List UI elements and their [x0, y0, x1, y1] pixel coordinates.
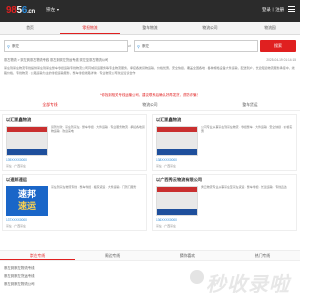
watermark: 秒收录啦	[190, 268, 290, 297]
company-title[interactable]: 以速邦速运	[6, 177, 27, 183]
tab-local-routes[interactable]: 崇左专线	[0, 251, 75, 260]
company-photo[interactable]	[6, 126, 48, 156]
to-city-input[interactable]: ⚲ 崇左	[134, 40, 258, 52]
fraud-notice: *你找到相关专线运输公司，建议联系后确认好再发货，谨防诈骗！	[100, 93, 200, 97]
company-phone[interactable]: 137XXXX0000	[6, 218, 27, 222]
company-photo[interactable]	[156, 186, 198, 216]
swap-icon[interactable]: ⇌	[128, 43, 131, 48]
watermark-logo-icon	[190, 270, 204, 284]
company-card[interactable]: 以广西秀云物流有限公司 秀云物流专业从事崇左至崇左货运 · 整车零担 · 长途运…	[152, 174, 297, 231]
company-info: 货到付款 · 崇左到崇左 · 整车零担 · 大件运输 · 专业服务物流 · 承接…	[51, 125, 145, 134]
company-address: 崇左 · 广西崇左	[156, 224, 176, 228]
company-title[interactable]: 以汇凯鑫物流	[156, 117, 181, 123]
main-nav: 首页 零担物流 整车物流 物流公司 物流园	[0, 22, 300, 35]
route-search: ⚲ 崇左 ⇌ ⚲ 崇左 搜索	[4, 40, 296, 52]
menu-icon[interactable]	[288, 6, 295, 13]
company-photo[interactable]	[156, 126, 198, 156]
tab-full-truck[interactable]: 整车货运	[200, 100, 300, 110]
nav-logistics-company[interactable]: 物流公司	[180, 22, 240, 34]
breadcrumb: 崇左物流 > 崇左到崇左物流专线 崇左到崇左货运专线 崇左至崇左物流公司 202…	[4, 56, 296, 64]
search-button[interactable]: 搜索	[260, 40, 296, 52]
login-register-link[interactable]: 登录丨注册	[262, 7, 284, 13]
company-address: 崇左 · 广西崇左	[6, 224, 26, 228]
nav-ftl-logistics[interactable]: 整车物流	[120, 22, 180, 34]
company-card[interactable]: 以速邦速运 速邦 速运 崇左到崇左物流专线 · 整车零担 · 搬家货运 · 大件运…	[2, 174, 147, 231]
listing-tabs: 全部专线 物流公司 整车货运	[0, 100, 300, 111]
tab-nearby-routes[interactable]: 周边专线	[75, 251, 150, 260]
nav-ltl-logistics[interactable]: 零担物流	[60, 22, 120, 34]
company-title[interactable]: 以汇凯鑫物流	[6, 117, 31, 123]
company-card[interactable]: 以汇凯鑫物流 公司专业从事崇左到崇左物流 · 零担整车 · 大件运输 · 安全快…	[152, 114, 297, 171]
city-selector[interactable]: 崇左▼	[46, 7, 60, 13]
company-card[interactable]: 以汇凯鑫物流 货到付款 · 崇左到崇左 · 整车零担 · 大件运输 · 专业服务…	[2, 114, 147, 171]
location-pin-icon: ⚲	[137, 44, 140, 49]
chevron-down-icon: ▼	[56, 8, 60, 12]
company-info: 崇左到崇左物流专线 · 整车零担 · 搬家货运 · 大件运输 · 门到门服务	[51, 185, 137, 189]
location-pin-icon: ⚲	[7, 44, 10, 49]
top-bar: 9856.cn 崇左▼ 登录丨注册	[0, 0, 300, 22]
company-logo[interactable]: 速邦 速运	[6, 186, 48, 216]
breadcrumb-text[interactable]: 崇左物流 > 崇左到崇左物流专线 崇左到崇左货运专线 崇左至崇左物流公司	[4, 58, 108, 62]
company-phone[interactable]: 136XXXX0000	[156, 218, 177, 222]
tab-recommended[interactable]: 猜你喜欢	[150, 251, 225, 260]
intro-paragraph: 崇左到崇左物流专线提供崇左到崇左整车零担运输专线物流公司同城货运服务等专业物流服…	[4, 66, 295, 75]
nav-home[interactable]: 首页	[0, 22, 60, 34]
company-info: 公司专业从事崇左到崇左物流 · 零担整车 · 大件运输 · 安全快捷 · 价格实…	[201, 125, 293, 134]
company-address: 崇左 · 广西崇左	[6, 164, 26, 168]
bottom-tabs: 崇左专线 周边专线 猜你喜欢 热门专线	[0, 250, 300, 261]
tab-logistics-company[interactable]: 物流公司	[100, 100, 200, 110]
company-title[interactable]: 以广西秀云物流有限公司	[156, 177, 202, 183]
tab-all-routes[interactable]: 全部专线	[0, 100, 100, 110]
company-phone[interactable]: 139XXXX0000	[6, 158, 27, 162]
site-logo[interactable]: 9856.cn	[6, 5, 35, 16]
nav-logistics-park[interactable]: 物流园	[240, 22, 300, 34]
company-phone[interactable]: 138XXXX0000	[156, 158, 177, 162]
from-city-input[interactable]: ⚲ 崇左	[4, 40, 128, 52]
update-time: 2025-04-19 01:14:15	[266, 58, 296, 62]
tab-hot-routes[interactable]: 热门专线	[225, 251, 300, 260]
company-info: 秀云物流专业从事崇左至崇左货运 · 整车零担 · 长途运输 · 专线直达	[201, 185, 287, 189]
company-address: 崇左 · 广西崇左	[156, 164, 176, 168]
